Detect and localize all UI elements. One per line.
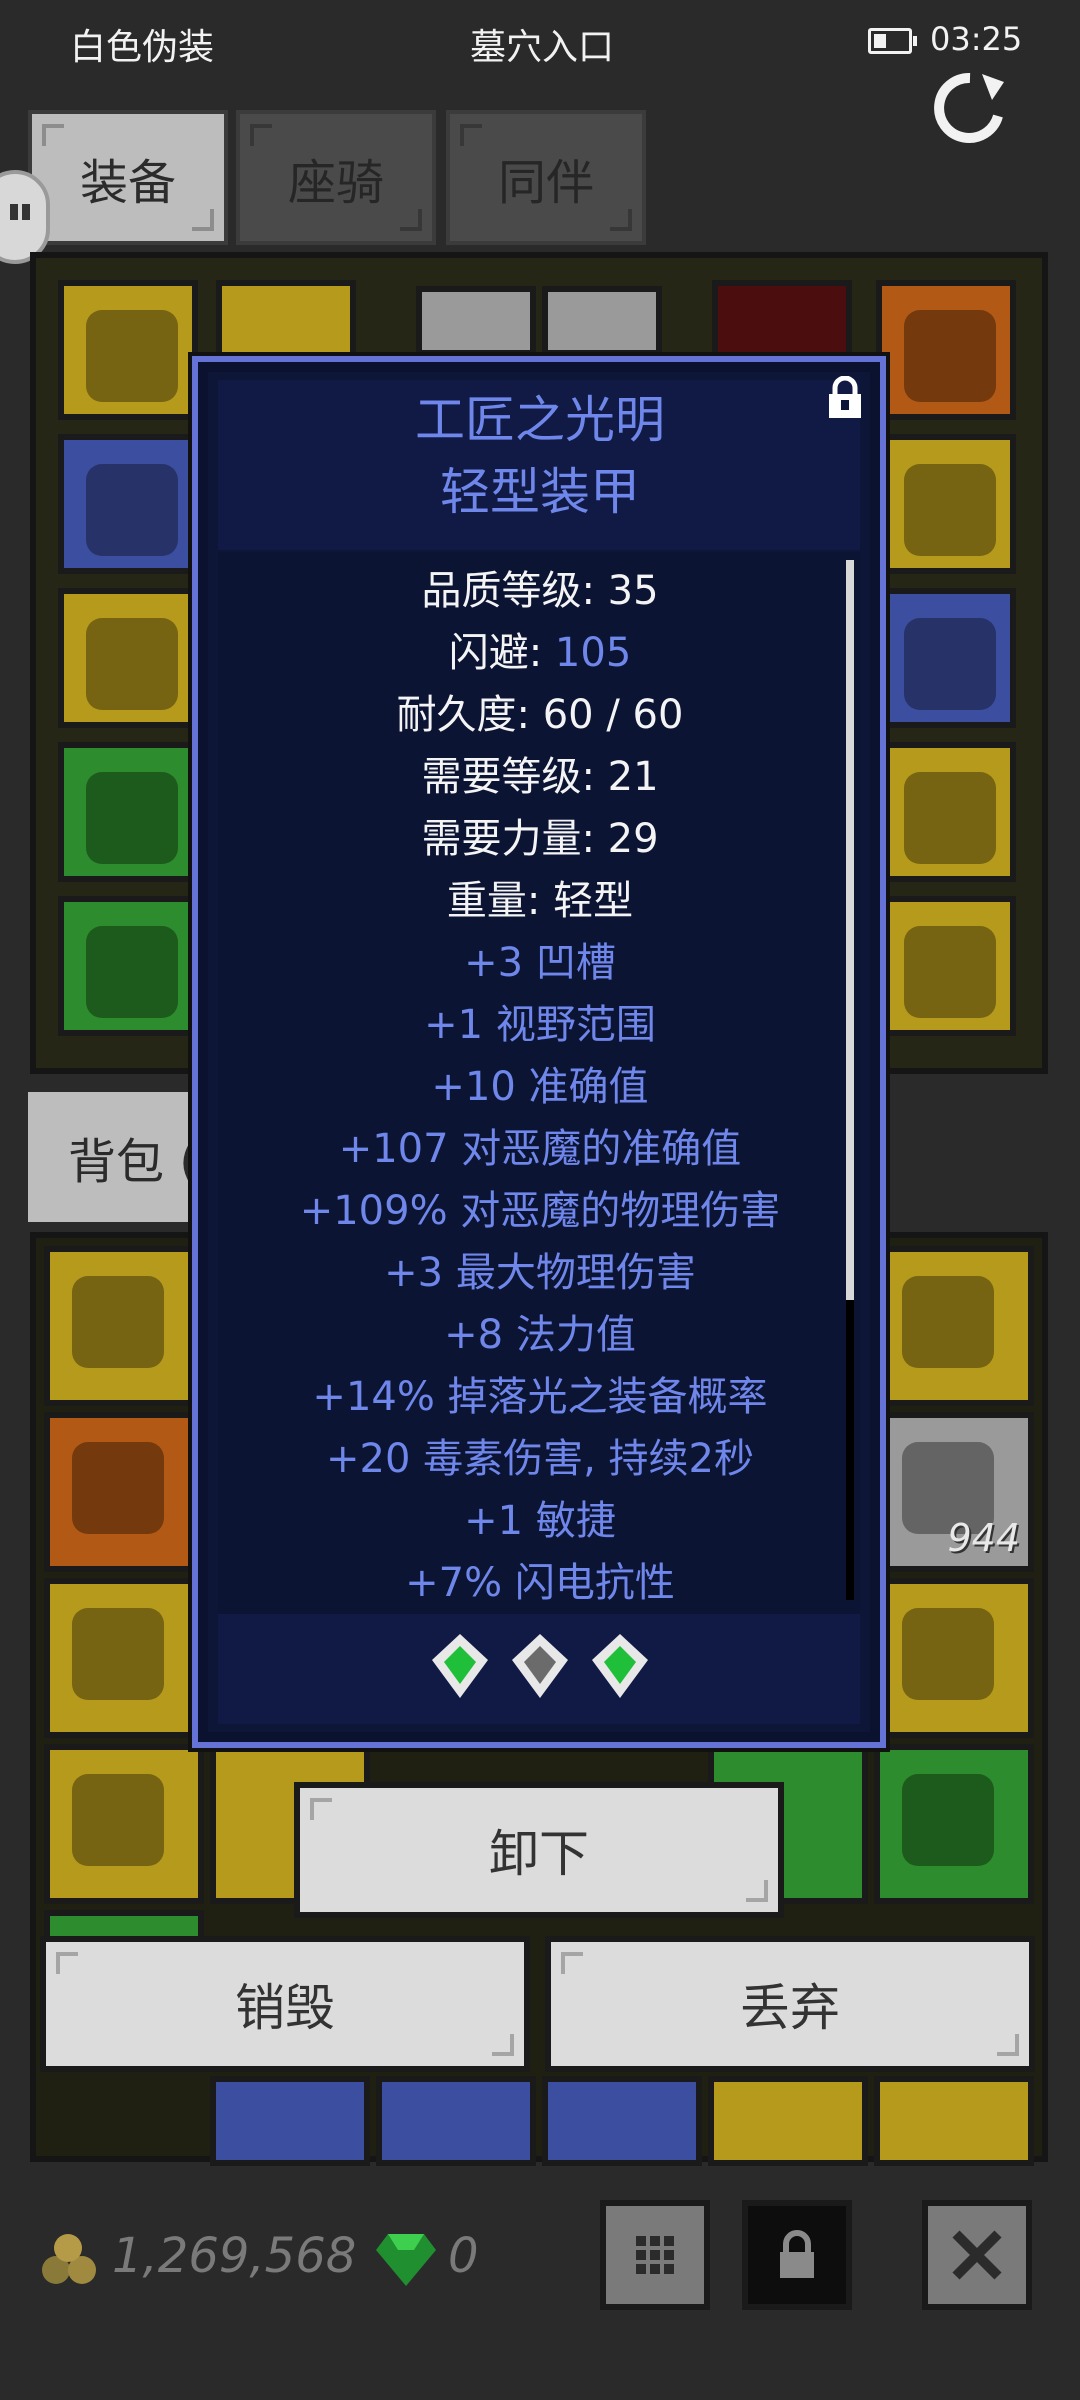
close-button[interactable] <box>922 2200 1032 2310</box>
tab-equipment[interactable]: 装备 <box>28 110 228 245</box>
tab-equipment-label: 装备 <box>79 154 176 211</box>
affix: +1 敏捷 <box>464 1498 616 1544</box>
affix: +7% 闪电抗性 <box>405 1560 675 1606</box>
stat-required-level: 需要等级: 21 <box>421 754 659 800</box>
gem-amount: 0 <box>448 2228 479 2284</box>
grid-view-button[interactable] <box>600 2200 710 2310</box>
location-title: 墓穴入口 <box>470 27 615 68</box>
close-icon <box>952 2230 1002 2280</box>
lock-icon <box>780 2230 814 2278</box>
stat-durability: 耐久度: 60 / 60 <box>396 692 684 738</box>
affix: +3 凹槽 <box>464 940 616 986</box>
affix: +8 法力值 <box>444 1312 636 1358</box>
tab-mount-label: 座骑 <box>287 154 384 211</box>
egg-icon <box>72 1774 164 1866</box>
backpack-slot[interactable] <box>708 2076 868 2166</box>
weapon-set-2[interactable] <box>542 286 662 356</box>
bow-icon <box>72 1608 164 1700</box>
destroy-button-label: 销毁 <box>235 1979 335 2037</box>
affix: +1 视野范围 <box>424 1002 656 1048</box>
item-name: 工匠之光明 <box>415 391 665 449</box>
scroll-icon <box>902 1608 994 1700</box>
affix: +109% 对恶魔的物理伤害 <box>299 1188 781 1234</box>
gold-amount: 1,269,568 <box>112 2228 357 2284</box>
affix: +14% 掉落光之装备概率 <box>312 1374 768 1420</box>
socket-green-gem-icon <box>432 1634 488 1698</box>
emerald-icon <box>376 2234 436 2286</box>
destroy-button[interactable]: 销毁 <box>40 1936 530 2072</box>
drop-button-label: 丢弃 <box>740 1979 840 2037</box>
helmet-icon <box>902 1774 994 1866</box>
backpack-slot[interactable] <box>210 2076 370 2166</box>
backpack-slot[interactable] <box>874 2076 1034 2166</box>
backpack-slot[interactable] <box>376 2076 536 2166</box>
drop-button[interactable]: 丢弃 <box>545 1936 1035 2072</box>
side-helper-icon[interactable] <box>0 170 50 264</box>
affix: +20 毒素伤害, 持续2秒 <box>325 1436 754 1482</box>
tab-mount[interactable]: 座骑 <box>236 110 436 245</box>
gold-coins-icon <box>42 2234 96 2284</box>
status-left-text: 白色伪装 <box>70 27 215 68</box>
stat-evasion-label: 闪避: <box>448 630 555 676</box>
unequip-button-label: 卸下 <box>489 1825 589 1883</box>
backpack-slot[interactable] <box>44 1744 204 1904</box>
affix: +107 对恶魔的准确值 <box>338 1126 742 1172</box>
tab-companion-label: 同伴 <box>497 154 594 211</box>
item-type: 轻型装甲 <box>440 463 640 521</box>
backpack-slot[interactable] <box>874 1744 1034 1904</box>
weapon-set-1[interactable] <box>416 286 536 356</box>
tab-companion[interactable]: 同伴 <box>446 110 646 245</box>
tooltip-scrollbar-thumb[interactable] <box>846 560 854 1300</box>
lock-toggle-button[interactable] <box>742 2200 852 2310</box>
socket-green-gem-icon <box>592 1634 648 1698</box>
stat-evasion-value: 105 <box>554 630 632 676</box>
stat-required-strength: 需要力量: 29 <box>421 816 659 862</box>
stat-weight: 重量: 轻型 <box>446 878 634 924</box>
stat-evasion: 闪避: 105 <box>0 620 1080 678</box>
affix: +10 准确值 <box>431 1064 649 1110</box>
unequip-button[interactable]: 卸下 <box>294 1782 784 1918</box>
affix: +3 最大物理伤害 <box>384 1250 696 1296</box>
stat-quality-level: 品质等级: 35 <box>421 568 659 614</box>
grid-icon <box>636 2236 674 2274</box>
backpack-slot[interactable] <box>542 2076 702 2166</box>
battery-icon <box>868 28 917 54</box>
lock-icon[interactable] <box>826 376 864 420</box>
socket-grey-gem-icon <box>512 1634 568 1698</box>
refresh-icon[interactable] <box>930 68 1010 148</box>
clock: 03:25 <box>930 20 1023 58</box>
